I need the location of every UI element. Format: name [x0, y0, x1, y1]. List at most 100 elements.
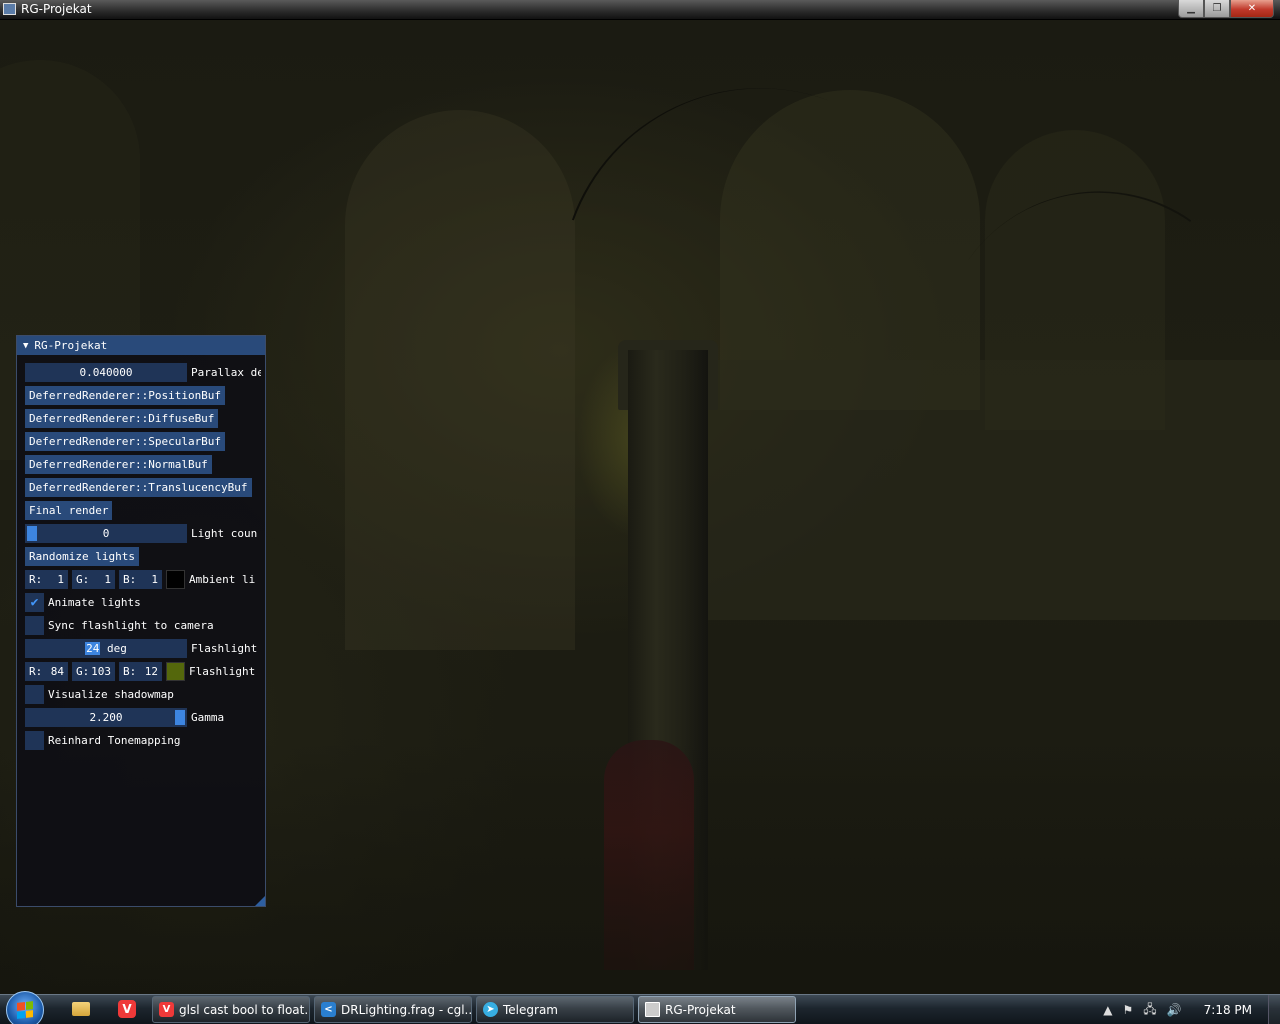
flashlight-r-input[interactable]: R: 84 [25, 662, 68, 681]
light-count-slider[interactable]: 0 [25, 524, 187, 543]
animate-lights-checkbox[interactable]: ✔ [25, 593, 44, 612]
ambient-row: R: 1 G: 1 B: 1 Ambient li [25, 570, 255, 589]
telegram-icon: ➤ [483, 1002, 498, 1017]
windows-logo-icon [17, 1001, 33, 1019]
ambient-label: Ambient li [189, 573, 256, 586]
sync-flashlight-checkbox[interactable] [25, 616, 44, 635]
imgui-titlebar[interactable]: ▼ RG-Projekat [17, 336, 265, 355]
translucency-buffer-button[interactable]: DeferredRenderer::TranslucencyBuf [25, 478, 252, 497]
angle-selected-text: 24 [85, 642, 101, 655]
final-render-button[interactable]: Final render [25, 501, 113, 520]
visualize-shadowmap-checkbox[interactable] [25, 685, 44, 704]
b-label: B: [123, 573, 137, 586]
imgui-title: RG-Projekat [34, 339, 108, 352]
resize-grip[interactable] [255, 896, 265, 906]
show-desktop-button[interactable] [1268, 995, 1280, 1024]
animate-lights-label: Animate lights [48, 596, 141, 609]
start-button[interactable] [6, 991, 44, 1024]
flashlight-angle-value: 24 deg [85, 642, 127, 655]
ambient-g-input[interactable]: G: 1 [72, 570, 115, 589]
scene-wall [640, 360, 1280, 620]
flashlight-b-input[interactable]: B: 12 [119, 662, 162, 681]
angle-unit: deg [100, 642, 127, 655]
b-label: B: [123, 665, 137, 678]
light-count-label: Light coun [191, 527, 258, 540]
slider-grab[interactable] [27, 526, 37, 541]
volume-icon[interactable]: 🔊 [1167, 1003, 1182, 1017]
g-label: G: [76, 573, 90, 586]
light-count-value: 0 [102, 527, 110, 540]
collapse-triangle-icon[interactable]: ▼ [23, 341, 28, 351]
parallax-depth-slider[interactable]: 0.040000 [25, 363, 187, 382]
imgui-body: 0.040000 Parallax de DeferredRenderer::P… [25, 363, 261, 903]
imgui-window[interactable]: ▼ RG-Projekat 0.040000 Parallax de Defer… [16, 335, 266, 907]
task-vivaldi[interactable]: V glsl cast bool to float... [152, 996, 310, 1023]
flashlight-color-row: R: 84 G: 103 B: 12 Flashlight [25, 662, 255, 681]
gamma-row: 2.200 Gamma [25, 708, 224, 727]
visualize-shadowmap-row: Visualize shadowmap [25, 685, 174, 704]
light-count-row: 0 Light coun [25, 524, 257, 543]
reinhard-checkbox[interactable] [25, 731, 44, 750]
normal-buffer-button[interactable]: DeferredRenderer::NormalBuf [25, 455, 212, 474]
action-center-flag-icon[interactable]: ⚑ [1123, 1003, 1134, 1017]
parallax-row: 0.040000 Parallax de [25, 363, 261, 382]
reinhard-row: Reinhard Tonemapping [25, 731, 180, 750]
vivaldi-pin[interactable]: V [116, 999, 138, 1019]
diffuse-buffer-button[interactable]: DeferredRenderer::DiffuseBuf [25, 409, 219, 428]
task-label: Telegram [503, 1002, 558, 1017]
task-label: RG-Projekat [665, 1002, 736, 1017]
app-icon [3, 3, 16, 15]
task-rg-projekat[interactable]: RG-Projekat [638, 996, 796, 1023]
window-icon [645, 1002, 660, 1017]
gamma-value: 2.200 [89, 711, 123, 724]
ambient-b-input[interactable]: B: 1 [119, 570, 162, 589]
r-label: R: [29, 665, 43, 678]
window-controls: ▁ ❐ ✕ [1178, 0, 1274, 18]
task-label: glsl cast bool to float... [179, 1002, 310, 1017]
explorer-pin[interactable] [70, 999, 92, 1019]
close-button[interactable]: ✕ [1230, 0, 1274, 18]
task-telegram[interactable]: ➤ Telegram [476, 996, 634, 1023]
show-hidden-icons-icon[interactable]: ▲ [1103, 1003, 1112, 1017]
flashlight-g-input[interactable]: G: 103 [72, 662, 115, 681]
slider-grab[interactable] [175, 710, 185, 725]
ambient-g-value: 1 [104, 573, 111, 586]
sync-flashlight-row: Sync flashlight to camera [25, 616, 214, 635]
network-icon[interactable]: 🖧 [1143, 1000, 1156, 1021]
vscode-icon: < [321, 1002, 336, 1017]
parallax-label: Parallax de [191, 366, 261, 379]
randomize-lights-button[interactable]: Randomize lights [25, 547, 139, 566]
flashlight-b-value: 12 [144, 665, 158, 678]
window-title: RG-Projekat [21, 2, 92, 16]
flashlight-g-value: 103 [91, 665, 111, 678]
clock[interactable]: 7:18 PM [1204, 1003, 1252, 1017]
ambient-r-input[interactable]: R: 1 [25, 570, 68, 589]
parallax-value: 0.040000 [79, 366, 133, 379]
position-buffer-button[interactable]: DeferredRenderer::PositionBuf [25, 386, 226, 405]
ambient-b-value: 1 [151, 573, 158, 586]
flashlight-r-value: 84 [50, 665, 64, 678]
maximize-button[interactable]: ❐ [1204, 0, 1230, 18]
taskbar: V V glsl cast bool to float... < DRLight… [0, 991, 1280, 1024]
system-tray: ▲ ⚑ 🖧 🔊 7:18 PM [1103, 995, 1280, 1024]
vivaldi-icon: V [159, 1002, 174, 1017]
r-label: R: [29, 573, 43, 586]
reinhard-label: Reinhard Tonemapping [48, 734, 181, 747]
ambient-color-swatch[interactable] [166, 570, 185, 589]
flashlight-color-swatch[interactable] [166, 662, 185, 681]
gamma-slider[interactable]: 2.200 [25, 708, 187, 727]
animate-lights-row: ✔ Animate lights [25, 593, 141, 612]
flashlight-color-label: Flashlight [189, 665, 256, 678]
g-label: G: [76, 665, 90, 678]
folder-icon [72, 1002, 90, 1016]
window-titlebar[interactable]: RG-Projekat ▁ ❐ ✕ [0, 0, 1280, 20]
flashlight-angle-label: Flashlight [191, 642, 258, 655]
task-vscode[interactable]: < DRLighting.frag - cgl... [314, 996, 472, 1023]
vivaldi-icon: V [118, 1000, 136, 1018]
minimize-button[interactable]: ▁ [1178, 0, 1204, 18]
specular-buffer-button[interactable]: DeferredRenderer::SpecularBuf [25, 432, 226, 451]
flashlight-angle-slider[interactable]: 24 deg [25, 639, 187, 658]
gamma-label: Gamma [191, 711, 225, 724]
ambient-r-value: 1 [57, 573, 64, 586]
flashlight-angle-row: 24 deg Flashlight [25, 639, 257, 658]
